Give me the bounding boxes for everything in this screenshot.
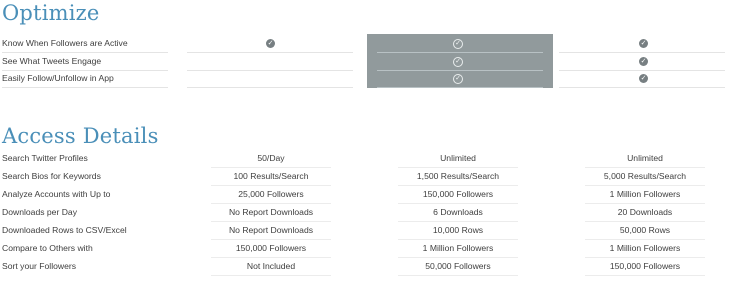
access-value-plan-3: 50,000 Rows (585, 222, 705, 240)
optimize-row-label: See What Tweets Engage (2, 53, 168, 71)
check-circle-icon: ✓ (453, 39, 463, 49)
access-value-plan-1: 150,000 Followers (211, 240, 331, 258)
optimize-cell-plan-1 (187, 53, 353, 71)
access-details-section-title: Access Details (2, 124, 159, 148)
access-value-plan-2: 6 Downloads (398, 204, 518, 222)
access-value-plan-3: 1 Million Followers (585, 240, 705, 258)
access-value-plan-1: No Report Downloads (211, 222, 331, 240)
access-row-label: Search Twitter Profiles (2, 153, 88, 163)
access-value-plan-3: Unlimited (585, 150, 705, 168)
access-value-plan-1: 100 Results/Search (211, 168, 331, 186)
check-circle-icon: ✓ (266, 39, 275, 48)
check-circle-icon: ✓ (639, 39, 648, 48)
access-value-plan-1: 50/Day (211, 150, 331, 168)
optimize-section-title: Optimize (2, 1, 100, 25)
access-value-plan-3: 1 Million Followers (585, 186, 705, 204)
optimize-row-label: Know When Followers are Active (2, 35, 168, 53)
check-circle-icon: ✓ (639, 56, 648, 66)
access-row-label: Search Bios for Keywords (2, 171, 101, 181)
access-value-plan-2: 1,500 Results/Search (398, 168, 518, 186)
access-row-label: Downloads per Day (2, 207, 77, 217)
check-circle-icon: ✓ (639, 74, 648, 83)
access-value-plan-3: 20 Downloads (585, 204, 705, 222)
access-value-plan-2: 1 Million Followers (398, 240, 518, 258)
check-circle-icon: ✓ (453, 56, 463, 67)
access-row-label: Sort your Followers (2, 261, 77, 271)
access-value-plan-1: No Report Downloads (211, 204, 331, 222)
access-row-label: Analyze Accounts with Up to (2, 189, 111, 199)
access-value-plan-3: 5,000 Results/Search (585, 168, 705, 186)
access-value-plan-2: Unlimited (398, 150, 518, 168)
optimize-row-label: Easily Follow/Unfollow in App (2, 70, 168, 88)
access-row-label: Compare to Others with (2, 243, 93, 253)
optimize-cell-plan-1 (187, 70, 353, 88)
access-value-plan-1: 25,000 Followers (211, 186, 331, 204)
access-row-label: Downloaded Rows to CSV/Excel (2, 225, 127, 235)
access-value-plan-2: 50,000 Followers (398, 258, 518, 276)
access-value-plan-3: 150,000 Followers (585, 258, 705, 276)
access-value-plan-2: 10,000 Rows (398, 222, 518, 240)
check-circle-icon: ✓ (453, 74, 463, 84)
access-value-plan-1: Not Included (211, 258, 331, 276)
access-value-plan-2: 150,000 Followers (398, 186, 518, 204)
